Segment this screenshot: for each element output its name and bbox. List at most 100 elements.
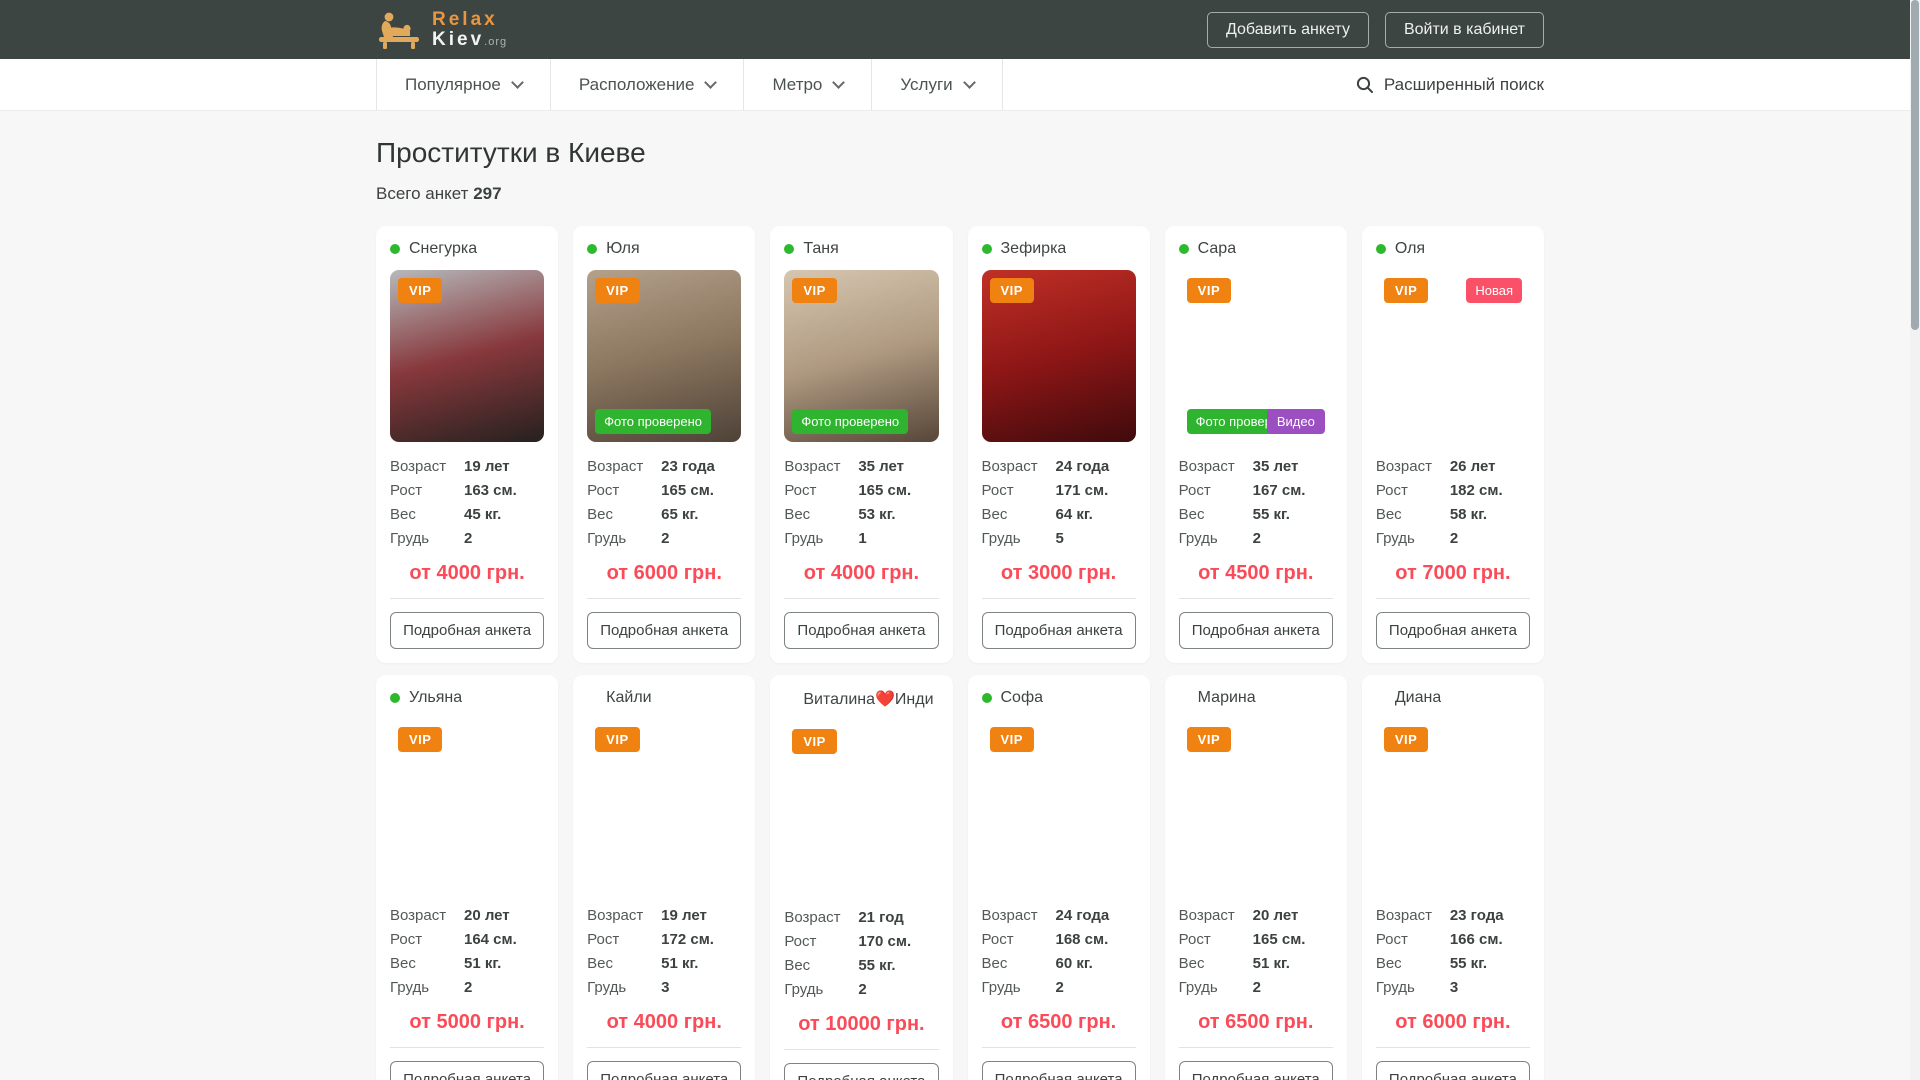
profile-photo[interactable]: VIP Новая Фото проверено Видео xyxy=(1178,270,1333,442)
profile-name-row[interactable]: Юля xyxy=(587,240,741,258)
profile-name-row[interactable]: Марина xyxy=(1179,689,1333,707)
card-divider xyxy=(784,1049,939,1050)
nav-item-popular[interactable]: Популярное xyxy=(376,59,550,110)
chevron-down-icon xyxy=(832,75,846,89)
profile-photo[interactable]: VIP Новая Фото проверено Видео xyxy=(784,270,939,442)
profile-card: Ульяна VIP Новая Фото проверено Видео Во… xyxy=(376,675,559,1080)
stat-row-breast: Грудь 2 xyxy=(1179,975,1333,999)
profile-name-row[interactable]: Сара xyxy=(1178,240,1333,258)
card-divider xyxy=(587,598,742,599)
nav-item-services[interactable]: Услуги xyxy=(871,59,1003,110)
stat-row-breast: Грудь 2 xyxy=(390,526,544,550)
nav-item-label: Расположение xyxy=(578,74,695,94)
stat-value: 64 кг. xyxy=(1055,505,1093,523)
price: от 6000 грн. xyxy=(1395,1011,1511,1033)
profile-name-row[interactable]: Диана xyxy=(1376,689,1530,707)
details-button[interactable]: Подробная анкета xyxy=(1178,1061,1333,1080)
details-button[interactable]: Подробная анкета xyxy=(1375,1061,1530,1080)
stat-row-height: Рост 166 см. xyxy=(1376,927,1530,951)
details-button[interactable]: Подробная анкета xyxy=(587,612,742,649)
profile-name: Диана xyxy=(1394,689,1442,706)
card-divider xyxy=(1375,598,1530,599)
price: от 4500 грн. xyxy=(1198,562,1314,584)
stat-value: 26 лет xyxy=(1449,457,1496,475)
stat-label: Возраст xyxy=(390,457,447,475)
add-profile-button[interactable]: Добавить анкету xyxy=(1207,11,1369,48)
stat-row-weight: Вес 51 кг. xyxy=(587,951,741,975)
profile-photo[interactable]: VIP Новая Фото проверено Видео xyxy=(1375,270,1530,442)
stat-row-breast: Грудь 2 xyxy=(1376,526,1530,550)
online-status-dot xyxy=(981,693,992,703)
profile-photo[interactable]: VIP Новая Фото проверено Видео xyxy=(390,719,545,891)
stat-row-height: Рост 168 см. xyxy=(982,927,1136,951)
profile-name-row[interactable]: Софа xyxy=(981,689,1136,707)
stat-label: Грудь xyxy=(784,529,824,547)
stat-row-height: Рост 165 см. xyxy=(587,478,741,502)
vip-badge: VIP xyxy=(989,727,1034,752)
stat-value: 2 xyxy=(661,529,670,547)
scrollbar-thumb[interactable] xyxy=(1911,0,1919,330)
stat-label: Возраст xyxy=(981,906,1038,924)
profile-photo[interactable]: VIP Новая Фото проверено Видео xyxy=(587,270,742,442)
stat-label: Рост xyxy=(587,481,620,499)
login-button[interactable]: Войти в кабинет xyxy=(1384,11,1544,48)
stat-label: Возраст xyxy=(1178,457,1235,475)
details-button[interactable]: Подробная анкета xyxy=(784,612,939,649)
profile-stats: Возраст 21 год Рост 170 см. Вес 55 кг. Г… xyxy=(784,905,938,1001)
stat-row-weight: Вес 45 кг. xyxy=(390,502,544,526)
details-button[interactable]: Подробная анкета xyxy=(1375,612,1530,649)
profile-name-row[interactable]: Ульяна xyxy=(390,689,544,707)
profile-stats: Возраст 19 лет Рост 172 см. Вес 51 кг. Г… xyxy=(587,903,741,999)
profile-photo[interactable]: VIP Новая Фото проверено Видео xyxy=(784,721,939,893)
details-button[interactable]: Подробная анкета xyxy=(981,1061,1136,1080)
stat-label: Грудь xyxy=(1375,978,1415,996)
profile-photo[interactable]: VIP Новая Фото проверено Видео xyxy=(981,719,1136,891)
profile-stats: Возраст 24 года Рост 171 см. Вес 64 кг. … xyxy=(982,454,1136,550)
filter-navbar: Популярное Расположение Метро Услуги Рас… xyxy=(0,59,1920,111)
profile-name-row[interactable]: Оля xyxy=(1375,240,1530,258)
details-button[interactable]: Подробная анкета xyxy=(784,1063,939,1080)
profile-photo[interactable]: VIP Новая Фото проверено Видео xyxy=(390,270,545,442)
profile-name-row[interactable]: Таня xyxy=(784,240,938,258)
online-status-dot xyxy=(390,244,400,254)
profile-card: Марина VIP Новая Фото проверено Видео Во… xyxy=(1164,675,1347,1080)
page-scrollbar[interactable] xyxy=(1910,0,1920,1080)
stat-value: 170 см. xyxy=(858,932,912,950)
price: от 4000 грн. xyxy=(409,562,525,584)
nav-item-location[interactable]: Расположение xyxy=(549,59,744,110)
stat-row-breast: Грудь 3 xyxy=(1376,975,1530,999)
price: от 4000 грн. xyxy=(803,562,920,584)
details-button[interactable]: Подробная анкета xyxy=(390,1061,545,1080)
details-button[interactable]: Подробная анкета xyxy=(1178,612,1333,649)
profile-name-row[interactable]: Виталина❤️Инди xyxy=(784,689,938,709)
stat-value: 165 см. xyxy=(661,481,714,499)
stat-row-height: Рост 163 см. xyxy=(390,478,544,502)
vip-badge: VIP xyxy=(989,278,1034,303)
stat-value: 24 года xyxy=(1055,906,1110,924)
profile-photo[interactable]: VIP Новая Фото проверено Видео xyxy=(1375,719,1530,891)
details-button[interactable]: Подробная анкета xyxy=(390,612,545,649)
profile-stats: Возраст 35 лет Рост 165 см. Вес 53 кг. Г… xyxy=(784,454,938,550)
profile-name: Кайли xyxy=(606,689,652,706)
details-button[interactable]: Подробная анкета xyxy=(587,1061,742,1080)
advanced-search-link[interactable]: Расширенный поиск xyxy=(1356,75,1544,95)
nav-item-metro[interactable]: Метро xyxy=(743,59,871,110)
profile-photo[interactable]: VIP Новая Фото проверено Видео xyxy=(981,270,1136,442)
profile-card: Диана VIP Новая Фото проверено Видео Воз… xyxy=(1361,675,1544,1080)
profile-photo[interactable]: VIP Новая Фото проверено Видео xyxy=(1178,719,1333,891)
price: от 10000 грн. xyxy=(798,1013,925,1035)
stat-value: 51 кг. xyxy=(1252,954,1290,972)
stat-label: Вес xyxy=(981,505,1008,523)
logo-line1: Relax xyxy=(432,8,498,30)
stat-value: 167 см. xyxy=(1252,481,1306,499)
profile-name-row[interactable]: Кайли xyxy=(587,689,741,707)
profile-name-row[interactable]: Снегурка xyxy=(390,240,544,258)
profile-name-row[interactable]: Зефирка xyxy=(981,240,1136,258)
profile-photo[interactable]: VIP Новая Фото проверено Видео xyxy=(587,719,742,891)
stat-row-age: Возраст 35 лет xyxy=(1179,454,1333,478)
logo-suffix: .org xyxy=(484,35,508,48)
details-button[interactable]: Подробная анкета xyxy=(981,612,1136,649)
site-logo[interactable]: Relax Kiev.org xyxy=(376,8,508,50)
stat-label: Грудь xyxy=(981,978,1021,996)
stat-value: 168 см. xyxy=(1055,930,1109,948)
